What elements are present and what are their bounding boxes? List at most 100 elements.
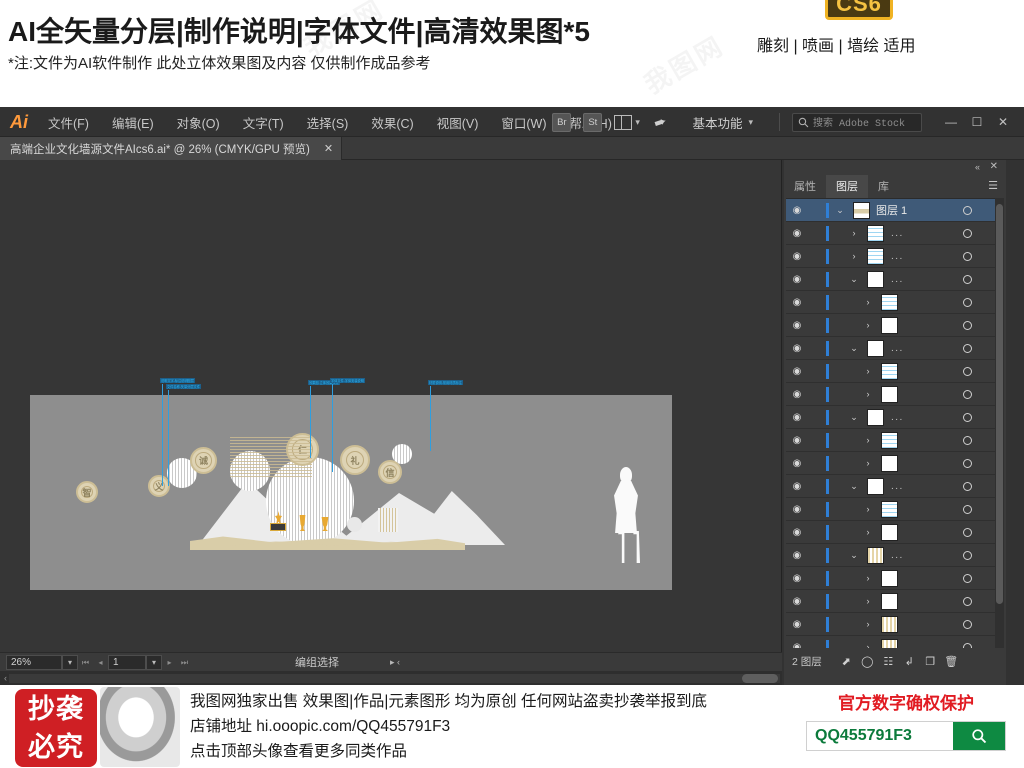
layer-row[interactable]: ◉ › (786, 291, 1004, 314)
visibility-eye-icon[interactable]: ◉ (786, 527, 808, 538)
document-tab[interactable]: 高端企业文化墙源文件AIcs6.ai* @ 26% (CMYK/GPU 预览) … (0, 137, 343, 160)
layer-row[interactable]: ◉ › (786, 452, 1004, 475)
maximize-button[interactable]: ☐ (964, 111, 990, 133)
target-circle-icon[interactable] (963, 458, 972, 468)
stock-button[interactable]: St (583, 112, 603, 132)
release-to-layers-icon[interactable]: ↲ (899, 655, 920, 668)
chevron-right-icon[interactable]: › (857, 458, 879, 468)
layer-thumbnail[interactable] (881, 638, 898, 648)
chevron-right-icon[interactable]: › (857, 435, 879, 445)
tab-properties[interactable]: 属性 (784, 175, 826, 198)
target-circle-icon[interactable] (963, 228, 972, 238)
menu-window[interactable]: 窗口(W) (497, 110, 550, 135)
scrollbar-thumb[interactable] (996, 204, 1003, 604)
layer-row[interactable]: ◉ ›... (786, 245, 1004, 268)
layer-thumbnail[interactable] (881, 523, 898, 541)
visibility-eye-icon[interactable]: ◉ (786, 596, 808, 607)
visibility-eye-icon[interactable]: ◉ (786, 481, 808, 492)
chevron-down-icon[interactable]: ⌄ (829, 205, 851, 216)
menu-type[interactable]: 文字(T) (239, 110, 288, 135)
layer-row[interactable]: ◉ › (786, 429, 1004, 452)
chevron-right-icon[interactable]: › (857, 366, 879, 376)
prev-artboard-button[interactable]: ◂ (93, 655, 108, 670)
layer-thumbnail[interactable] (881, 316, 898, 334)
layer-row[interactable]: ◉ › (786, 383, 1004, 406)
target-circle-icon[interactable] (963, 504, 972, 514)
visibility-eye-icon[interactable]: ◉ (786, 619, 808, 630)
chevron-right-icon[interactable]: › (843, 251, 865, 261)
layer-row[interactable]: ◉ › (786, 636, 1004, 648)
menu-file[interactable]: 文件(F) (44, 110, 93, 135)
layer-list[interactable]: ◉ ⌄ 图层 1 ◉ ›... ◉ ›... ◉ ⌄... ◉ › ◉ › ◉ ⌄... ◉ › ◉ › ◉ ⌄... ◉… (786, 198, 1004, 648)
chevron-right-icon[interactable]: › (857, 619, 879, 629)
target-circle-icon[interactable] (963, 573, 972, 583)
behance-icon[interactable]: ➨ (651, 111, 669, 132)
layer-row[interactable]: ◉ ⌄... (786, 544, 1004, 567)
scrollbar-track[interactable] (9, 673, 780, 683)
chevron-right-icon[interactable]: › (857, 642, 879, 648)
chevron-right-icon[interactable]: › (857, 596, 879, 606)
target-circle-icon[interactable] (963, 274, 972, 284)
chevron-right-icon[interactable]: › (857, 504, 879, 514)
make-clipping-mask-icon[interactable]: ◯ (857, 655, 878, 668)
scroll-left-icon[interactable]: ‹ (4, 673, 7, 683)
first-artboard-button[interactable]: ⏮ (78, 655, 93, 670)
visibility-eye-icon[interactable]: ◉ (786, 504, 808, 515)
layer-name-placeholder[interactable]: ... (891, 481, 904, 492)
stock-search-input[interactable]: 搜索 Adobe Stock (792, 112, 922, 132)
visibility-eye-icon[interactable]: ◉ (786, 642, 808, 649)
layer-row[interactable]: ◉ › (786, 521, 1004, 544)
new-layer-icon[interactable]: ❐ (920, 655, 941, 668)
chevron-right-icon[interactable]: › (857, 320, 879, 330)
visibility-eye-icon[interactable]: ◉ (786, 251, 808, 262)
layer-name-placeholder[interactable]: ... (891, 228, 904, 239)
layer-thumbnail[interactable] (881, 431, 898, 449)
layer-row[interactable]: ◉ › (786, 613, 1004, 636)
target-circle-icon[interactable] (963, 435, 972, 445)
visibility-eye-icon[interactable]: ◉ (786, 435, 808, 446)
layer-thumbnail[interactable] (881, 592, 898, 610)
layer-name-placeholder[interactable]: ... (891, 251, 904, 262)
menu-edit[interactable]: 编辑(E) (108, 110, 158, 135)
layer-thumbnail[interactable] (867, 408, 884, 426)
artboard-dropdown-icon[interactable]: ▾ (146, 654, 162, 670)
layer-thumbnail[interactable] (881, 293, 898, 311)
layer-row[interactable]: ◉ ›... (786, 222, 1004, 245)
chevron-right-icon[interactable]: › (857, 389, 879, 399)
menu-effect[interactable]: 效果(C) (367, 110, 417, 135)
chevron-down-icon[interactable]: ⌄ (843, 412, 865, 423)
layer-name-placeholder[interactable]: ... (891, 274, 904, 285)
delete-layer-icon[interactable]: 🗑 (941, 655, 962, 668)
visibility-eye-icon[interactable]: ◉ (786, 343, 808, 354)
artboard[interactable]: 诚 仁 礼 信 义 (30, 378, 672, 590)
layer-thumbnail[interactable] (881, 615, 898, 633)
visibility-eye-icon[interactable]: ◉ (786, 297, 808, 308)
layer-row[interactable]: ◉ › (786, 498, 1004, 521)
search-icon[interactable] (953, 722, 1005, 750)
visibility-eye-icon[interactable]: ◉ (786, 274, 808, 285)
status-expand-icon[interactable]: ▸ ‹ (390, 657, 400, 668)
layer-row[interactable]: ◉ › (786, 360, 1004, 383)
layer-row[interactable]: ◉ › (786, 314, 1004, 337)
layer-thumbnail[interactable] (867, 339, 884, 357)
target-circle-icon[interactable] (963, 343, 972, 353)
target-circle-icon[interactable] (963, 205, 972, 215)
target-circle-icon[interactable] (963, 642, 972, 648)
horizontal-scrollbar[interactable]: ‹ (0, 671, 782, 685)
panel-menu-icon[interactable]: ☰ (988, 181, 998, 192)
layer-thumbnail[interactable] (881, 385, 898, 403)
chevron-down-icon[interactable]: ⌄ (843, 550, 865, 561)
layer-thumbnail[interactable] (867, 270, 884, 288)
visibility-eye-icon[interactable]: ◉ (786, 573, 808, 584)
locate-object-icon[interactable]: ⬈ (836, 655, 857, 668)
menu-select[interactable]: 选择(S) (303, 110, 353, 135)
minimize-button[interactable]: — (938, 111, 964, 133)
layer-row[interactable]: ◉ › (786, 567, 1004, 590)
bridge-button[interactable]: Br (552, 112, 572, 132)
next-artboard-button[interactable]: ▸ (162, 655, 177, 670)
chevron-down-icon[interactable]: ▾ (635, 117, 640, 128)
layer-thumbnail[interactable] (853, 201, 870, 219)
target-circle-icon[interactable] (963, 366, 972, 376)
layer-thumbnail[interactable] (881, 454, 898, 472)
visibility-eye-icon[interactable]: ◉ (786, 550, 808, 561)
